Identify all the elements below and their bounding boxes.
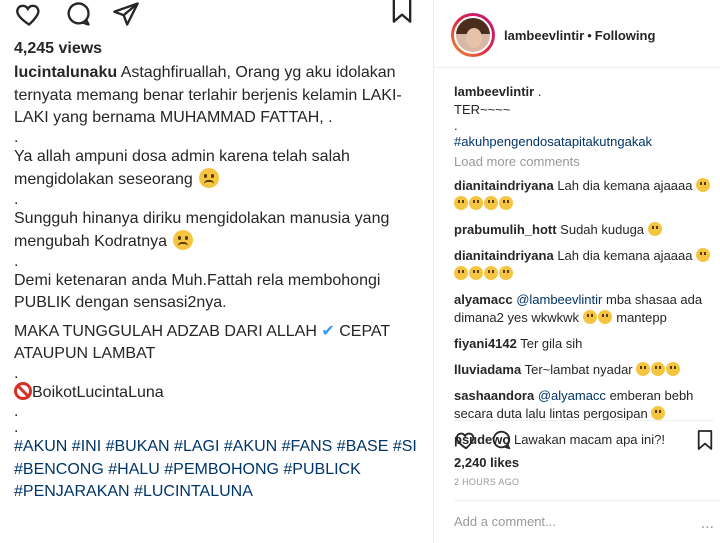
caption-hashtag[interactable]: #akuhpengendosatapitakutngakak: [454, 133, 716, 151]
comment-username[interactable]: lluviadama: [454, 362, 521, 377]
caption-dot: .: [14, 419, 19, 436]
comment-text: Sudah kuduga: [560, 222, 645, 237]
grinning-face-icon: [582, 310, 597, 324]
screaming-face-icon: [469, 196, 483, 210]
astonished-face-icon: [696, 178, 711, 192]
caption-zoom-panel: 4,245 views lucintalunaku Astaghfirualla…: [0, 0, 432, 543]
comment-text: Ter~lambat nyadar: [524, 362, 633, 377]
caption-dot: .: [454, 118, 458, 133]
comment: sashaandora @alyamacc emberan bebh secar…: [454, 387, 716, 423]
screaming-face-icon: [651, 406, 666, 420]
add-comment-bar: ...: [454, 500, 720, 543]
comments-list: lambeevlintir . TER~~~~ . #akuhpengendos…: [454, 83, 716, 457]
heart-icon[interactable]: [14, 0, 44, 33]
caption-hashtags[interactable]: #AKUN #INI #BUKAN #LAGI #AKUN #FANS #BAS…: [14, 436, 424, 504]
rofl-face-icon: [651, 362, 666, 376]
comment-username[interactable]: fiyani4142: [454, 336, 517, 351]
caption-author[interactable]: lambeevlintir: [454, 84, 534, 99]
following-button[interactable]: Following: [595, 28, 656, 43]
bookmark-icon[interactable]: [696, 429, 714, 456]
screaming-face-icon: [469, 266, 483, 280]
grinning-face-icon: [499, 196, 513, 210]
comment-text-2: mantepp: [616, 310, 667, 325]
header-username[interactable]: lambeevlintir: [504, 28, 584, 43]
view-count: 4,245 views: [14, 40, 103, 57]
caption-paragraph-2: Ya allah ampuni dosa admin karena telah …: [14, 147, 350, 189]
comment-username[interactable]: sashaandora: [454, 388, 534, 403]
caption-dot: .: [14, 190, 19, 208]
left-action-bar: [14, 0, 414, 30]
astonished-face-icon: [696, 248, 711, 262]
comment: lluviadama Ter~lambat nyadar: [454, 361, 716, 379]
caption-username[interactable]: lucintalunaku: [14, 64, 117, 81]
grimacing-face-icon: [647, 222, 662, 236]
comment-text: Lah dia kemana ajaaaa: [557, 178, 693, 193]
load-more-comments-button[interactable]: Load more comments: [454, 153, 716, 171]
comment-mention[interactable]: @alyamacc: [538, 388, 606, 403]
comment: dianitaindriyana Lah dia kemana ajaaaa: [454, 247, 716, 283]
comment-text: Lah dia kemana ajaaaa: [557, 248, 693, 263]
grinning-face-icon: [484, 196, 498, 210]
bookmark-icon[interactable]: [390, 0, 414, 29]
add-comment-input[interactable]: [454, 514, 674, 529]
caption-after-name: .: [537, 84, 542, 99]
prohibited-icon: [14, 381, 32, 400]
comment: fiyani4142 Ter gila sih: [454, 335, 716, 353]
rofl-face-icon: [636, 362, 651, 376]
grinning-face-icon: [484, 266, 498, 280]
rofl-face-icon: [666, 362, 681, 376]
caption-paragraph-3: Sungguh hinanya diriku mengidolakan manu…: [14, 209, 390, 251]
caption-dot: .: [14, 364, 19, 382]
grinning-face-icon: [499, 266, 513, 280]
like-count[interactable]: 2,240 likes: [454, 455, 519, 470]
comment: alyamacc @lambeevlintir mba shasaa ada d…: [454, 291, 716, 327]
avatar[interactable]: [451, 13, 495, 57]
header-separator: •: [587, 28, 592, 43]
heart-icon[interactable]: [454, 429, 478, 456]
worried-face-icon: [173, 230, 194, 250]
caption-text: lucintalunaku Astaghfiruallah, Orang yg …: [14, 62, 424, 504]
worried-face-icon: [199, 168, 220, 188]
caption-dot: .: [14, 403, 19, 420]
caption-paragraph-5a: MAKA TUNGGULAH ADZAB DARI ALLAH: [14, 322, 317, 340]
comment-username[interactable]: alyamacc: [454, 292, 513, 307]
more-options-icon[interactable]: ...: [701, 515, 714, 533]
post-header: lambeevlintir • Following: [434, 0, 720, 68]
comment-icon[interactable]: [64, 0, 92, 33]
comment-mention[interactable]: @lambeevlintir: [516, 292, 602, 307]
caption-dot: .: [14, 128, 19, 146]
comment: prabumulih_hott Sudah kuduga: [454, 221, 716, 239]
comment-text: Ter gila sih: [520, 336, 583, 351]
comment-username[interactable]: dianitaindriyana: [454, 248, 554, 263]
check-mark-icon: ✔: [321, 322, 335, 340]
caption-paragraph-6: BoikotLucintaLuna: [32, 383, 164, 401]
caption-line-2: TER~~~~: [454, 102, 511, 117]
post-panel: lambeevlintir • Following lambeevlintir . …: [434, 0, 720, 543]
emoji-row: [454, 265, 514, 283]
share-icon[interactable]: [112, 0, 140, 33]
caption-dot: .: [14, 252, 19, 270]
grinning-face-icon: [597, 310, 612, 324]
post-action-bar: [454, 420, 714, 450]
post-timestamp: 2 HOURS AGO: [454, 477, 520, 487]
comment-username[interactable]: dianitaindriyana: [454, 178, 554, 193]
comment-icon[interactable]: [490, 429, 512, 456]
comment: dianitaindriyana Lah dia kemana ajaaaa: [454, 177, 716, 213]
grinning-face-icon: [454, 196, 468, 210]
comment-username[interactable]: prabumulih_hott: [454, 222, 557, 237]
emoji-row: [454, 195, 514, 213]
caption-paragraph-4: Demi ketenaran anda Muh.Fattah rela memb…: [14, 271, 381, 312]
grinning-face-icon: [454, 266, 468, 280]
